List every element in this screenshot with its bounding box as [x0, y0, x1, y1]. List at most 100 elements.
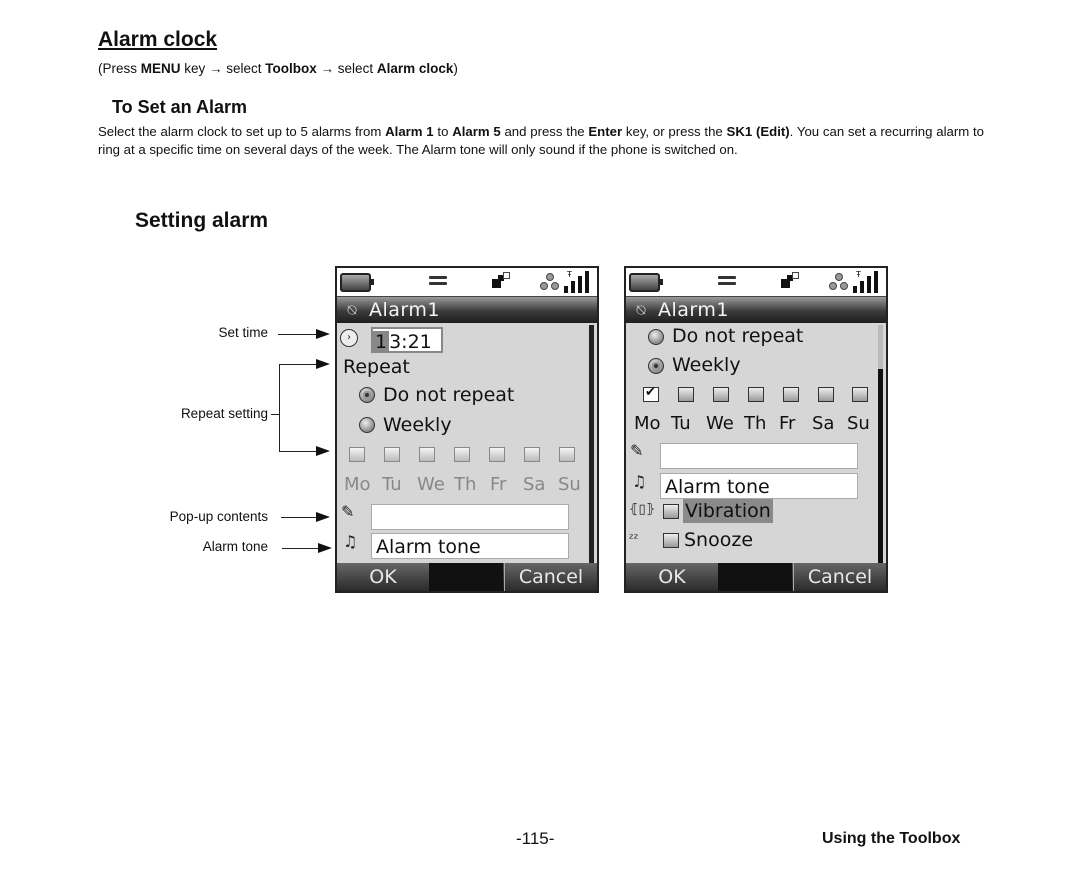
day-label: Fr — [490, 474, 507, 495]
day-checkbox-we[interactable] — [419, 447, 435, 462]
day-checkbox-mo[interactable] — [643, 385, 659, 402]
cancel-softkey[interactable]: Cancel — [504, 563, 597, 591]
day-label: Sa — [812, 413, 835, 434]
day-checkbox-fr[interactable] — [783, 387, 799, 402]
radio-do-not-repeat[interactable] — [359, 387, 375, 403]
day-checkbox-th[interactable] — [748, 387, 764, 402]
vibration-icon: ⦃▯⦄ — [629, 502, 656, 517]
page-title: Alarm clock — [98, 28, 218, 51]
page-number: -115- — [516, 829, 555, 848]
nav-suffix: ) — [453, 61, 458, 76]
snooze-label: Snooze — [684, 529, 754, 551]
battery-icon — [340, 273, 374, 292]
time-cursor-digit: 1 — [373, 331, 390, 353]
arrow-line — [279, 451, 319, 452]
scrollbar-track — [878, 325, 883, 369]
radio-weekly[interactable] — [648, 358, 664, 374]
para-text: and press the — [500, 124, 589, 139]
day-label: Mo — [634, 413, 661, 434]
day-label: Tu — [382, 474, 402, 495]
arrow-head — [318, 543, 332, 553]
radio-weekly[interactable] — [359, 417, 375, 433]
ok-softkey[interactable]: OK — [626, 563, 718, 591]
radio-do-not-repeat[interactable] — [648, 329, 664, 345]
section-heading: To Set an Alarm — [112, 97, 248, 117]
instructions-paragraph: Select the alarm clock to set up to 5 al… — [98, 123, 984, 158]
scrollbar[interactable] — [878, 369, 883, 563]
ok-softkey[interactable]: OK — [337, 563, 429, 591]
annotation-repeat-setting: Repeat setting — [180, 406, 268, 421]
para-bold: Alarm 5 — [452, 124, 501, 139]
day-label: Sa — [523, 474, 546, 495]
para-bold: SK1 (Edit) — [726, 124, 790, 139]
phone-screen-set-alarm: Ŧ ⍉ Alarm1 › 1 3:21 Repeat Do not repeat … — [335, 266, 599, 593]
status-bar: Ŧ — [337, 268, 597, 297]
line-icon — [718, 276, 736, 286]
alarm-tone-field[interactable]: Alarm tone — [371, 533, 569, 559]
alarm-bell-crossed-icon: ⍉ — [347, 301, 357, 319]
popup-contents-input[interactable] — [371, 504, 569, 530]
bracket-line — [271, 414, 279, 415]
arrow-head — [316, 329, 330, 339]
alarm-tone-field[interactable]: Alarm tone — [660, 473, 858, 499]
option-label: Do not repeat — [672, 325, 804, 347]
annotation-popup-contents: Pop-up contents — [169, 509, 268, 524]
line-icon — [429, 276, 447, 286]
nav-item: Alarm clock — [376, 61, 454, 76]
screen-title-bar: ⍉ Alarm1 — [337, 297, 597, 323]
arrow-head — [316, 512, 330, 522]
para-bold: Enter — [588, 124, 623, 139]
softkey-bar: OK Cancel — [626, 563, 886, 591]
day-checkbox-tu[interactable] — [384, 447, 400, 462]
day-checkbox-su[interactable] — [559, 447, 575, 462]
vibration-label: Vibration — [683, 499, 773, 523]
day-checkbox-mo[interactable] — [349, 447, 365, 462]
snooze-icon: ᶻᶻ — [629, 532, 639, 547]
music-note-icon: ♫ — [632, 472, 647, 491]
arrow-line — [279, 364, 319, 365]
snooze-checkbox[interactable] — [663, 533, 679, 548]
day-label: Th — [744, 413, 767, 434]
day-label: Fr — [779, 413, 796, 434]
signal-icon: Ŧ — [564, 271, 594, 293]
data-icon — [492, 272, 510, 290]
cancel-softkey[interactable]: Cancel — [793, 563, 886, 591]
repeat-label: Repeat — [343, 356, 410, 378]
day-checkbox-sa[interactable] — [524, 447, 540, 462]
day-checkbox-su[interactable] — [852, 387, 868, 402]
day-checkbox-fr[interactable] — [489, 447, 505, 462]
scrollbar[interactable] — [589, 325, 594, 563]
day-label: We — [417, 474, 445, 495]
day-checkbox-tu[interactable] — [678, 387, 694, 402]
arrow-line — [282, 548, 320, 549]
day-label: Tu — [671, 413, 691, 434]
option-label: Weekly — [672, 354, 741, 376]
nav-key: MENU — [140, 61, 181, 76]
day-label: Th — [454, 474, 477, 495]
nav-text: key → select — [180, 61, 266, 76]
vibration-checkbox[interactable] — [663, 504, 679, 519]
footer-section-title: Using the Toolbox — [822, 830, 961, 847]
center-softkey[interactable] — [718, 563, 792, 591]
screen-title: Alarm1 — [369, 299, 440, 321]
time-input[interactable]: 1 3:21 — [371, 327, 443, 353]
day-checkbox-sa[interactable] — [818, 387, 834, 402]
screen-title-bar: ⍉ Alarm1 — [626, 297, 886, 323]
para-text: key, or press the — [622, 124, 727, 139]
day-label: We — [706, 413, 734, 434]
popup-contents-input[interactable] — [660, 443, 858, 469]
pencil-icon: ✎ — [630, 441, 644, 460]
music-note-icon: ♫ — [343, 532, 358, 551]
bluetooth-dots-icon — [540, 273, 560, 291]
data-icon — [781, 272, 799, 290]
signal-icon: Ŧ — [853, 271, 883, 293]
clock-icon: › — [340, 329, 358, 347]
arrow-line — [278, 334, 318, 335]
option-label: Do not repeat — [383, 384, 515, 406]
para-text: Select the alarm clock to set up to 5 al… — [98, 124, 386, 139]
day-checkbox-we[interactable] — [713, 387, 729, 402]
day-checkbox-th[interactable] — [454, 447, 470, 462]
center-softkey[interactable] — [429, 563, 503, 591]
bluetooth-dots-icon — [829, 273, 849, 291]
figure-heading: Setting alarm — [135, 209, 269, 232]
